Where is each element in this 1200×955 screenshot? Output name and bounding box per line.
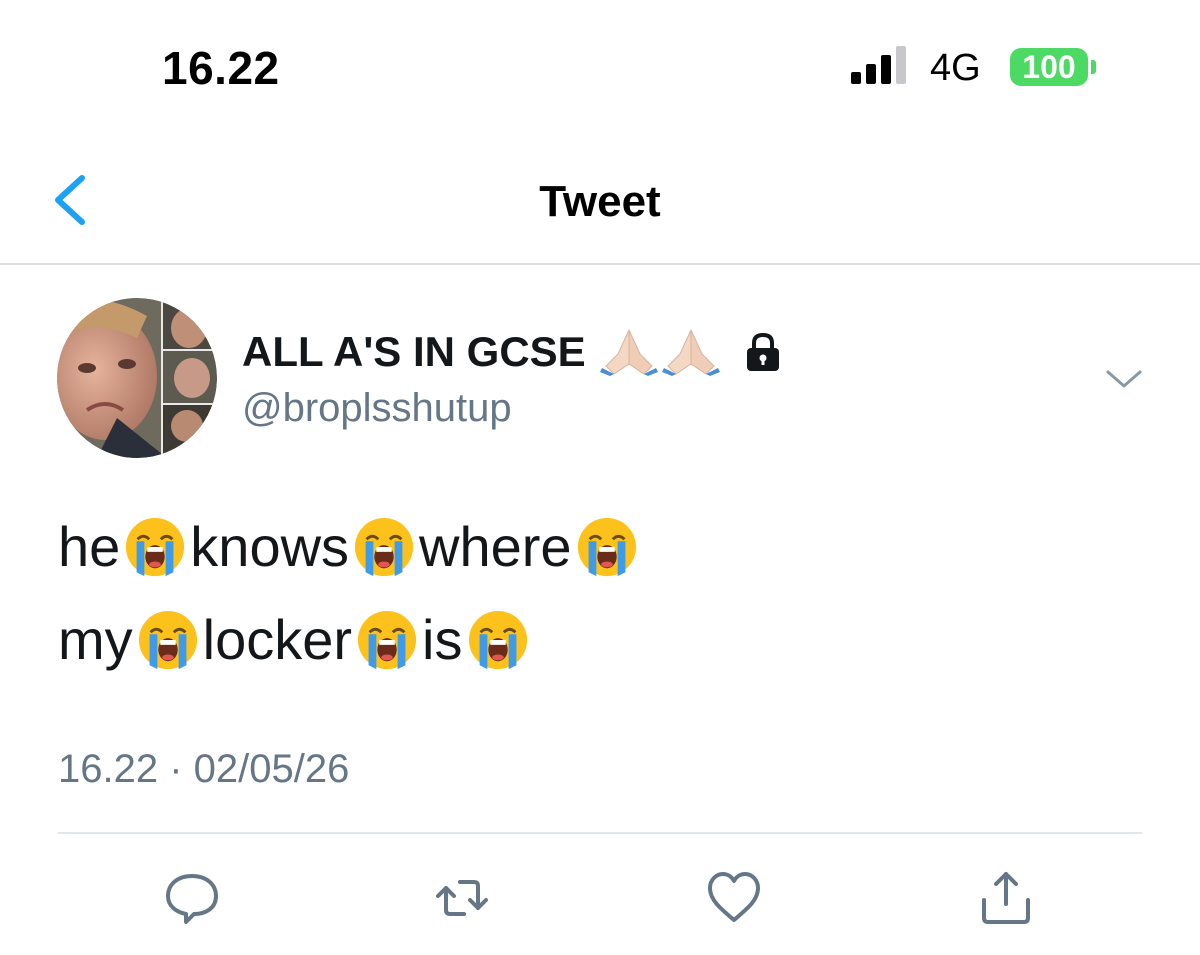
retweet-icon[interactable] [432, 868, 492, 928]
display-name-text: ALL A'S IN GCSE [242, 328, 586, 375]
page-title: Tweet [539, 177, 661, 226]
author-handle[interactable]: @broplsshutup [242, 384, 512, 432]
tweet-word: knows [190, 515, 350, 578]
loudly-crying-face-emoji [354, 517, 414, 577]
heart-icon[interactable] [704, 868, 764, 928]
folded-hands-emoji [661, 329, 720, 376]
tweet-word: he [58, 515, 121, 578]
tweet-divider [58, 832, 1142, 834]
tweet-word: is [422, 608, 463, 671]
loudly-crying-face-emoji [577, 517, 636, 577]
loudly-crying-face-emoji [468, 610, 527, 670]
tweet-timestamp[interactable]: 16.22 · 02/05/26 [58, 745, 349, 793]
tweet-text-line: he knows where [58, 512, 642, 582]
avatar[interactable] [57, 298, 217, 458]
tweet-word: locker [202, 608, 353, 671]
author-display-name[interactable]: ALL A'S IN GCSE [242, 327, 784, 377]
network-type: 4G [930, 47, 981, 89]
signal-strength-icon [851, 46, 906, 84]
reply-icon[interactable] [162, 868, 222, 928]
status-time: 16.22 [162, 42, 280, 94]
folded-hands-emoji [599, 329, 658, 376]
tweet-word: where [419, 515, 572, 578]
tweet-word: my [58, 608, 133, 671]
battery-level: 100 [1022, 49, 1076, 85]
name-emoji-group [599, 328, 720, 376]
loudly-crying-face-emoji [357, 610, 417, 670]
lock-icon [746, 332, 779, 371]
tweet-text-line: my locker is [58, 605, 533, 675]
battery-nub [1091, 60, 1096, 74]
loudly-crying-face-emoji [126, 517, 185, 577]
share-icon[interactable] [976, 868, 1036, 928]
battery-indicator: 100 [1010, 48, 1088, 86]
loudly-crying-face-emoji [138, 610, 197, 670]
nav-divider [0, 263, 1200, 265]
chevron-down-icon[interactable] [1100, 360, 1148, 396]
